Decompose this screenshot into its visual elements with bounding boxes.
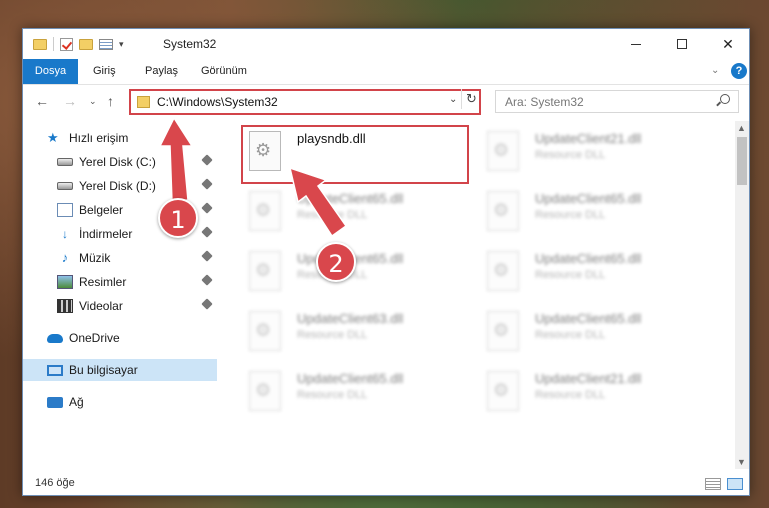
step-badge-2: 2 — [316, 242, 356, 282]
arrow-2 — [288, 166, 348, 238]
step-badge-1: 1 — [158, 198, 198, 238]
annotation-arrows — [158, 116, 348, 238]
arrow-1 — [158, 116, 194, 203]
